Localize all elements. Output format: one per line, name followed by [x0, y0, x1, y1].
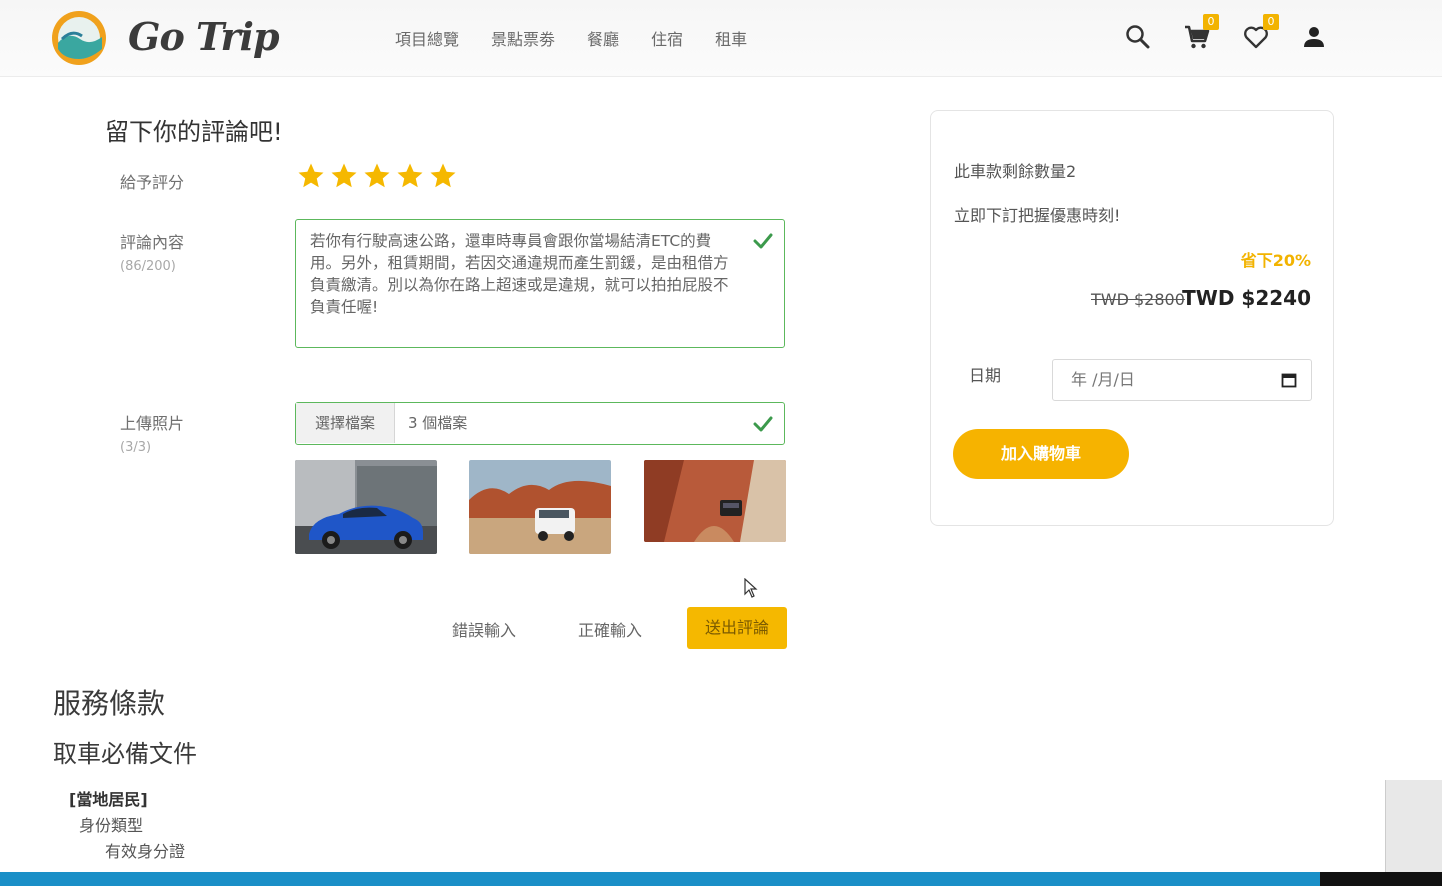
star-icon[interactable]	[329, 161, 359, 191]
photo-thumbnail-offroad[interactable]	[644, 460, 786, 542]
date-picker-input[interactable]: 年 /月/日	[1052, 359, 1312, 401]
cart-count-badge: 0	[1203, 14, 1219, 30]
content-label: 評論內容	[120, 233, 185, 252]
main-nav: 項目總覽 景點票劵 餐廳 住宿 租車	[395, 26, 747, 50]
choose-file-button[interactable]: 選擇檔案	[296, 403, 395, 443]
booking-card: 此車款剩餘數量2 立即下訂把握優惠時刻! 省下20% TWD $2800 TWD…	[930, 110, 1334, 526]
brand-name[interactable]: Go Trip	[128, 14, 280, 59]
search-icon[interactable]	[1123, 22, 1153, 52]
wrong-input-button[interactable]: 錯誤輸入	[452, 617, 516, 641]
required-docs-title: 取車必備文件	[53, 740, 197, 768]
discounted-price: TWD $2240	[1182, 286, 1311, 310]
submit-review-button[interactable]: 送出評論	[687, 607, 787, 649]
correct-input-button[interactable]: 正確輸入	[578, 617, 642, 641]
discount-label: 省下20%	[1240, 251, 1311, 270]
promo-text: 立即下訂把握優惠時刻!	[954, 206, 1121, 225]
content-char-count: (86/200)	[120, 259, 176, 274]
nav-item-tickets[interactable]: 景點票劵	[491, 26, 555, 50]
stock-text: 此車款剩餘數量2	[954, 162, 1077, 181]
check-icon	[753, 233, 773, 249]
check-icon	[753, 416, 773, 432]
terms-title: 服務條款	[53, 687, 166, 720]
add-to-cart-button[interactable]: 加入購物車	[953, 429, 1129, 479]
mouse-cursor-icon	[744, 578, 758, 598]
file-status: 3 個檔案	[408, 414, 468, 432]
video-overlay-thumbnail	[1385, 780, 1442, 886]
local-resident-heading: [當地居民]	[69, 790, 148, 809]
nav-item-overview[interactable]: 項目總覽	[395, 26, 459, 50]
nav-item-restaurants[interactable]: 餐廳	[587, 26, 619, 50]
date-placeholder: 年 /月/日	[1071, 370, 1135, 389]
review-title: 留下你的評論吧!	[105, 118, 283, 146]
user-icon[interactable]	[1299, 22, 1329, 52]
wishlist-count-badge: 0	[1263, 14, 1279, 30]
calendar-icon[interactable]	[1281, 372, 1297, 388]
bottom-bar-dark-segment	[1320, 872, 1442, 886]
star-icon[interactable]	[362, 161, 392, 191]
photo-file-input[interactable]: 選擇檔案 3 個檔案	[295, 402, 785, 445]
review-content-textarea[interactable]: 若你有行駛高速公路，還車時專員會跟你當場結清ETC的費用。另外，租賃期間，若因交…	[295, 219, 785, 348]
star-rating[interactable]	[296, 161, 458, 191]
nav-item-lodging[interactable]: 住宿	[651, 26, 683, 50]
photo-thumbnail-blue-car[interactable]	[295, 460, 437, 554]
date-label: 日期	[969, 366, 1002, 385]
site-header: Go Trip 項目總覽 景點票劵 餐廳 住宿 租車 0 0	[0, 0, 1442, 77]
photo-thumbnail-white-suv[interactable]	[469, 460, 611, 554]
star-icon[interactable]	[428, 161, 458, 191]
id-type-label: 身份類型	[79, 816, 144, 835]
nav-item-car-rental[interactable]: 租車	[715, 26, 747, 50]
bottom-bar	[0, 872, 1442, 886]
original-price: TWD $2800	[1091, 290, 1185, 309]
rating-label: 給予評分	[120, 173, 185, 192]
photo-label: 上傳照片	[120, 414, 185, 433]
logo-icon[interactable]	[50, 9, 108, 67]
star-icon[interactable]	[296, 161, 326, 191]
review-content-text: 若你有行駛高速公路，還車時專員會跟你當場結清ETC的費用。另外，租賃期間，若因交…	[310, 232, 729, 316]
valid-id-label: 有效身分證	[105, 842, 186, 861]
photo-count: (3/3)	[120, 440, 152, 455]
star-icon[interactable]	[395, 161, 425, 191]
